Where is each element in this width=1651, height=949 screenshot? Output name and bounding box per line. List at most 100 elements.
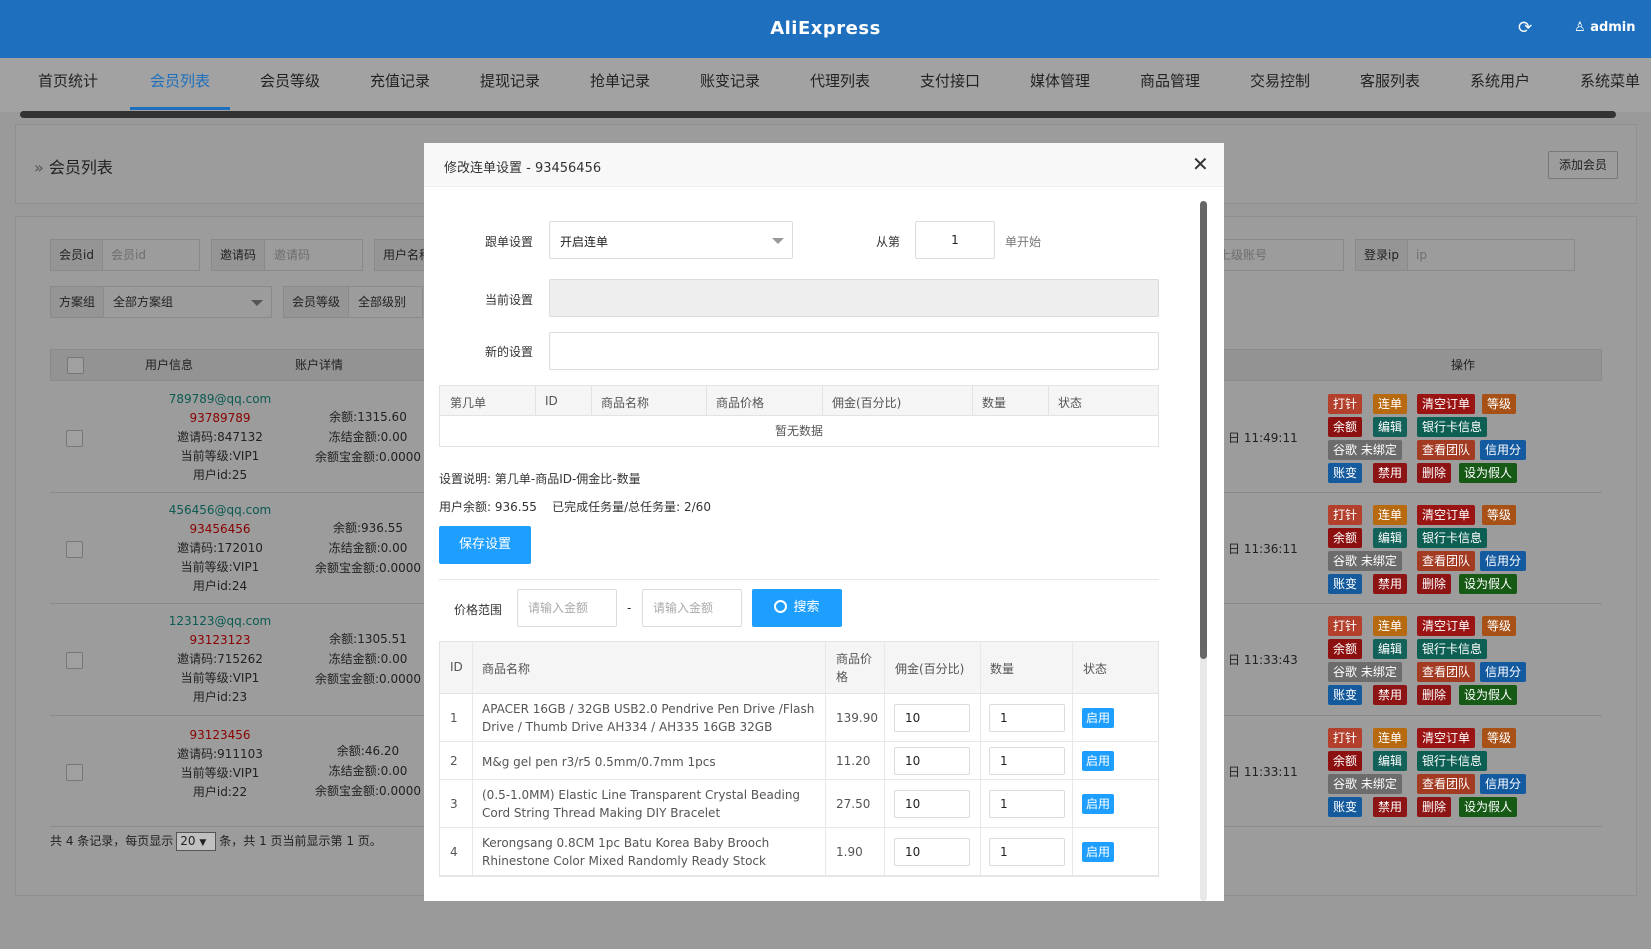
search-button[interactable]: 搜索 — [752, 589, 842, 627]
commission-input[interactable]: 10 — [894, 838, 970, 866]
action-button[interactable]: 查看团队 — [1417, 662, 1476, 682]
action-button[interactable]: 查看团队 — [1417, 774, 1476, 794]
nav-scrollbar[interactable] — [20, 111, 1616, 118]
commission-input[interactable]: 10 — [894, 790, 970, 818]
action-button[interactable]: 谷歌 未绑定 — [1328, 551, 1402, 571]
action-button[interactable]: 清空订单 — [1417, 505, 1476, 525]
save-settings-button[interactable]: 保存设置 — [439, 526, 531, 564]
nav-item-1[interactable]: 首页统计 — [38, 58, 98, 112]
action-button[interactable]: 银行卡信息 — [1417, 417, 1488, 437]
nav-item-14[interactable]: 系统用户 — [1470, 58, 1530, 112]
action-button[interactable]: 连单 — [1373, 394, 1408, 414]
action-button[interactable]: 删除 — [1417, 463, 1452, 483]
action-button[interactable]: 打针 — [1328, 728, 1363, 748]
plan-group-select[interactable]: 方案组 全部方案组 — [50, 286, 272, 318]
action-button[interactable]: 余额 — [1328, 528, 1363, 548]
row-checkbox[interactable] — [66, 652, 83, 669]
enable-button[interactable]: 启用 — [1082, 751, 1114, 771]
nav-item-7[interactable]: 账变记录 — [700, 58, 760, 112]
action-button[interactable]: 禁用 — [1373, 685, 1408, 705]
admin-menu[interactable]: ♙ admin — [1574, 20, 1636, 35]
action-button[interactable]: 谷歌 未绑定 — [1328, 662, 1402, 682]
action-button[interactable]: 设为假人 — [1459, 685, 1518, 705]
action-button[interactable]: 打针 — [1328, 616, 1363, 636]
row-checkbox[interactable] — [66, 430, 83, 447]
invite-code-filter[interactable]: 邀请码 邀请码 — [211, 239, 363, 271]
row-checkbox[interactable] — [66, 541, 83, 558]
enable-button[interactable]: 启用 — [1082, 794, 1114, 814]
nav-item-15[interactable]: 系统菜单 — [1580, 58, 1640, 112]
action-button[interactable]: 清空订单 — [1417, 394, 1476, 414]
add-member-button[interactable]: 添加会员 — [1548, 151, 1618, 179]
action-button[interactable]: 账变 — [1328, 797, 1363, 817]
nav-item-3[interactable]: 会员等级 — [260, 58, 320, 112]
action-button[interactable]: 信用分 — [1480, 551, 1527, 571]
close-icon[interactable]: ✕ — [1192, 152, 1209, 176]
action-button[interactable]: 等级 — [1482, 616, 1517, 636]
nav-item-8[interactable]: 代理列表 — [810, 58, 870, 112]
max-price-input[interactable]: 请输入金额 — [642, 589, 742, 627]
enable-button[interactable]: 启用 — [1082, 842, 1114, 862]
action-button[interactable]: 银行卡信息 — [1417, 639, 1488, 659]
action-button[interactable]: 编辑 — [1373, 751, 1408, 771]
action-button[interactable]: 账变 — [1328, 463, 1363, 483]
modal-scrollbar[interactable] — [1200, 201, 1207, 659]
action-button[interactable]: 禁用 — [1373, 797, 1408, 817]
nav-item-13[interactable]: 客服列表 — [1360, 58, 1420, 112]
action-button[interactable]: 余额 — [1328, 417, 1363, 437]
action-button[interactable]: 打针 — [1328, 505, 1363, 525]
nav-item-2[interactable]: 会员列表 — [130, 58, 231, 110]
nav-item-9[interactable]: 支付接口 — [920, 58, 980, 112]
action-button[interactable]: 禁用 — [1373, 574, 1408, 594]
action-button[interactable]: 信用分 — [1480, 774, 1527, 794]
action-button[interactable]: 连单 — [1373, 505, 1408, 525]
nav-item-10[interactable]: 媒体管理 — [1030, 58, 1090, 112]
quantity-input[interactable]: 1 — [989, 790, 1065, 818]
action-button[interactable]: 等级 — [1482, 505, 1517, 525]
action-button[interactable]: 清空订单 — [1417, 616, 1476, 636]
member-id-filter[interactable]: 会员id 会员id — [50, 239, 200, 271]
action-button[interactable]: 余额 — [1328, 751, 1363, 771]
min-price-input[interactable]: 请输入金额 — [517, 589, 617, 627]
new-setting-input[interactable] — [549, 332, 1159, 370]
action-button[interactable]: 银行卡信息 — [1417, 528, 1488, 548]
action-button[interactable]: 信用分 — [1480, 662, 1527, 682]
commission-input[interactable]: 10 — [894, 747, 970, 775]
action-button[interactable]: 谷歌 未绑定 — [1328, 440, 1402, 460]
action-button[interactable]: 编辑 — [1373, 528, 1408, 548]
select-all-checkbox[interactable] — [67, 357, 84, 374]
action-button[interactable]: 账变 — [1328, 685, 1363, 705]
action-button[interactable]: 查看团队 — [1417, 551, 1476, 571]
nav-item-5[interactable]: 提现记录 — [480, 58, 540, 112]
page-size-select[interactable]: 20 ▼ — [176, 832, 217, 851]
action-button[interactable]: 等级 — [1482, 728, 1517, 748]
nav-item-6[interactable]: 抢单记录 — [590, 58, 650, 112]
row-checkbox[interactable] — [66, 764, 83, 781]
nav-item-12[interactable]: 交易控制 — [1250, 58, 1310, 112]
nav-item-4[interactable]: 充值记录 — [370, 58, 430, 112]
quantity-input[interactable]: 1 — [989, 704, 1065, 732]
action-button[interactable]: 账变 — [1328, 574, 1363, 594]
action-button[interactable]: 连单 — [1373, 728, 1408, 748]
action-button[interactable]: 删除 — [1417, 685, 1452, 705]
action-button[interactable]: 信用分 — [1480, 440, 1527, 460]
login-ip-filter[interactable]: 登录ip ip — [1355, 239, 1575, 271]
follow-select[interactable]: 开启连单 — [549, 221, 793, 259]
action-button[interactable]: 银行卡信息 — [1417, 751, 1488, 771]
quantity-input[interactable]: 1 — [989, 747, 1065, 775]
from-order-input[interactable]: 1 — [915, 221, 995, 259]
refresh-icon[interactable]: ⟳ — [1518, 18, 1532, 38]
action-button[interactable]: 删除 — [1417, 574, 1452, 594]
action-button[interactable]: 余额 — [1328, 639, 1363, 659]
parent-account-filter[interactable]: 上级账号 — [1216, 239, 1344, 271]
quantity-input[interactable]: 1 — [989, 838, 1065, 866]
nav-item-11[interactable]: 商品管理 — [1140, 58, 1200, 112]
action-button[interactable]: 设为假人 — [1459, 574, 1518, 594]
action-button[interactable]: 设为假人 — [1459, 463, 1518, 483]
member-level-select[interactable]: 会员等级 全部级别 — [283, 286, 423, 318]
action-button[interactable]: 禁用 — [1373, 463, 1408, 483]
action-button[interactable]: 编辑 — [1373, 639, 1408, 659]
action-button[interactable]: 查看团队 — [1417, 440, 1476, 460]
action-button[interactable]: 清空订单 — [1417, 728, 1476, 748]
action-button[interactable]: 等级 — [1482, 394, 1517, 414]
